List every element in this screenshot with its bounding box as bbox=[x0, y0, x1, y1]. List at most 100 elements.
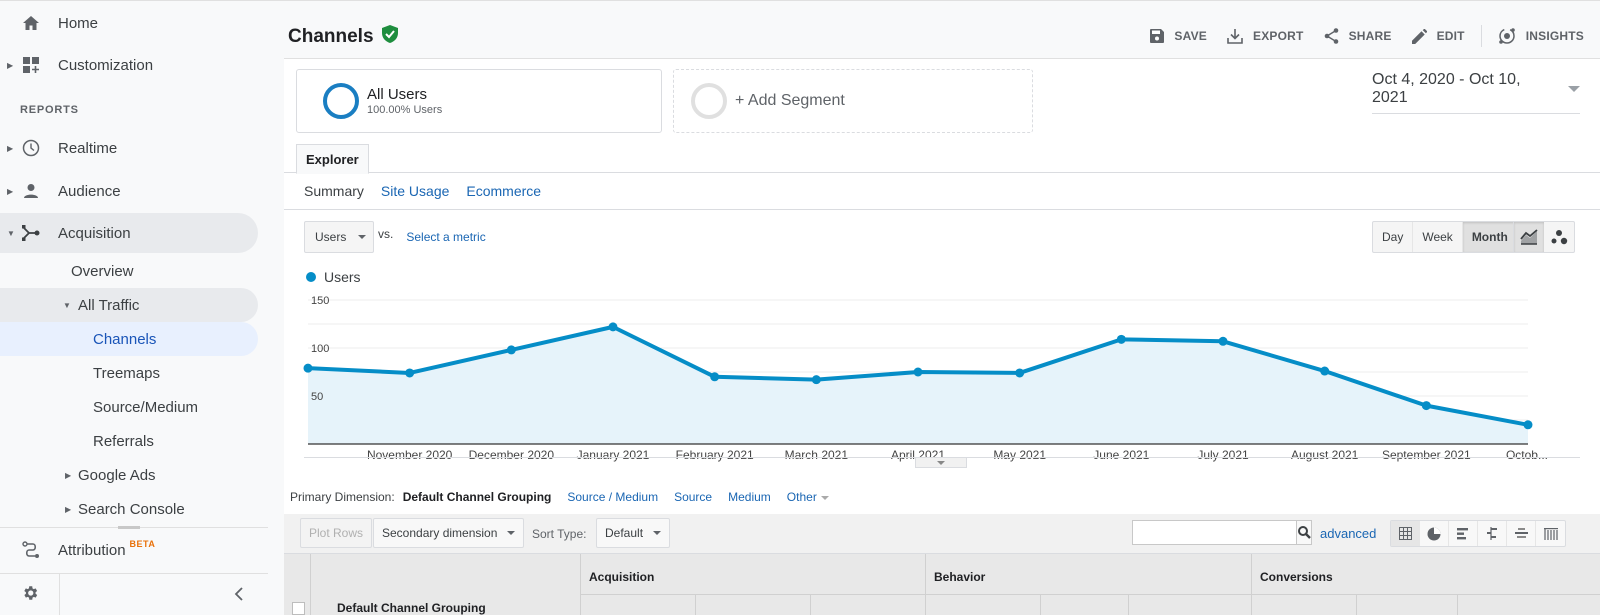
settings-button[interactable] bbox=[0, 574, 60, 615]
sidebar-item-home[interactable]: Home bbox=[0, 3, 258, 43]
column-group-conversions: Conversions bbox=[1260, 570, 1333, 584]
plot-rows-button[interactable]: Plot Rows bbox=[300, 518, 373, 548]
data-point bbox=[608, 322, 618, 332]
table-view-button[interactable] bbox=[1391, 521, 1420, 546]
users-area-chart: 50 100 150 November 2020 December 2020 Januar… bbox=[303, 295, 1548, 462]
month-button[interactable]: Month bbox=[1462, 222, 1517, 252]
line-chart-icon bbox=[1520, 229, 1538, 245]
metric-select-value: Users bbox=[315, 230, 347, 244]
sidebar-scrollbar[interactable] bbox=[118, 526, 140, 529]
select-all-checkbox[interactable] bbox=[292, 602, 305, 615]
explorer-subtabs: Summary Site Usage Ecommerce bbox=[284, 173, 1600, 210]
sidebar-item-audience[interactable]: ▶ Audience bbox=[0, 171, 258, 211]
edit-label: EDIT bbox=[1436, 29, 1465, 43]
pivot-view-button[interactable] bbox=[1536, 521, 1565, 546]
table-search-input[interactable] bbox=[1133, 521, 1296, 544]
segment-all-users[interactable]: All Users 100.00% Users bbox=[296, 69, 662, 133]
sidebar-item-referrals[interactable]: Referrals bbox=[0, 424, 258, 458]
advanced-filter-link[interactable]: advanced bbox=[1320, 526, 1376, 541]
dropdown-arrow-icon bbox=[1568, 86, 1580, 92]
chart-collapse-button[interactable] bbox=[915, 458, 967, 468]
sidebar-item-label: Google Ads bbox=[78, 466, 156, 484]
select-metric-link[interactable]: Select a metric bbox=[406, 230, 485, 244]
sidebar-item-label: Customization bbox=[58, 56, 154, 74]
sidebar-item-search-console[interactable]: ▶ Search Console bbox=[0, 492, 258, 526]
pie-view-button[interactable] bbox=[1420, 521, 1449, 546]
sidebar: Home ▶ Customization REPORTS ▶ Realtime … bbox=[0, 1, 268, 615]
table-view-icon bbox=[1398, 527, 1412, 540]
dimension-other-label: Other bbox=[786, 490, 817, 504]
sidebar-item-source-medium[interactable]: Source/Medium bbox=[0, 390, 258, 424]
date-range-picker[interactable]: Oct 4, 2020 - Oct 10, 2021 bbox=[1372, 71, 1580, 114]
column-divider bbox=[1040, 594, 1041, 615]
dimension-source[interactable]: Source bbox=[674, 490, 712, 504]
save-icon bbox=[1150, 29, 1165, 43]
subtab-summary[interactable]: Summary bbox=[304, 183, 364, 199]
x-tick-label: July 2021 bbox=[1197, 448, 1249, 462]
reports-heading: REPORTS bbox=[20, 104, 79, 116]
data-point bbox=[1116, 334, 1126, 344]
users-area-fill bbox=[308, 326, 1528, 444]
sidebar-item-realtime[interactable]: ▶ Realtime bbox=[0, 128, 258, 168]
day-button[interactable]: Day bbox=[1373, 222, 1414, 252]
x-tick-label: June 2021 bbox=[1093, 448, 1149, 462]
chevron-down-icon bbox=[937, 460, 945, 465]
chart-type-toggle bbox=[1513, 221, 1575, 253]
sort-type-dropdown[interactable]: Default bbox=[596, 518, 671, 548]
report-actions: SAVE EXPORT SHARE EDIT INSIGHTS bbox=[1130, 25, 1584, 47]
sidebar-item-overview[interactable]: Overview bbox=[0, 254, 258, 288]
primary-dimension-bar: Primary Dimension: Default Channel Group… bbox=[290, 490, 845, 504]
insights-button[interactable]: INSIGHTS bbox=[1498, 27, 1584, 45]
performance-view-button[interactable] bbox=[1449, 521, 1478, 546]
term-cloud-view-button[interactable] bbox=[1507, 521, 1536, 546]
subtab-ecommerce[interactable]: Ecommerce bbox=[466, 183, 541, 199]
dimension-medium[interactable]: Medium bbox=[728, 490, 771, 504]
collapse-sidebar-button[interactable] bbox=[224, 578, 254, 612]
x-tick-label: December 2020 bbox=[469, 448, 555, 462]
verified-shield-icon bbox=[381, 25, 398, 49]
sidebar-item-label: All Traffic bbox=[78, 296, 140, 314]
caret-down-icon: ▼ bbox=[7, 228, 15, 238]
dimension-other-dropdown[interactable]: Other bbox=[787, 490, 829, 504]
term-cloud-icon bbox=[1514, 527, 1528, 538]
data-point bbox=[913, 367, 923, 377]
column-divider bbox=[695, 594, 696, 615]
export-button[interactable]: EXPORT bbox=[1227, 28, 1304, 44]
dimension-source-medium[interactable]: Source / Medium bbox=[567, 490, 658, 504]
segment-text: All Users 100.00% Users bbox=[367, 86, 442, 116]
dimension-default-channel-grouping[interactable]: Default Channel Grouping bbox=[403, 490, 552, 504]
download-icon bbox=[1227, 29, 1243, 44]
tab-explorer[interactable]: Explorer bbox=[296, 144, 369, 174]
sidebar-item-label: Source/Medium bbox=[93, 398, 199, 416]
caret-right-icon: ▶ bbox=[7, 60, 14, 70]
column-header-dimension[interactable]: Default Channel Grouping bbox=[337, 601, 486, 615]
data-point bbox=[1523, 420, 1533, 430]
sidebar-item-google-ads[interactable]: ▶ Google Ads bbox=[0, 458, 258, 492]
comparison-view-button[interactable] bbox=[1478, 521, 1507, 546]
motion-chart-button[interactable] bbox=[1544, 222, 1574, 252]
save-button[interactable]: SAVE bbox=[1150, 29, 1207, 43]
home-icon bbox=[21, 13, 41, 33]
add-segment-button[interactable]: + Add Segment bbox=[673, 69, 1033, 133]
line-chart-button[interactable] bbox=[1514, 222, 1544, 252]
motion-chart-icon bbox=[1551, 230, 1568, 245]
subtab-site-usage[interactable]: Site Usage bbox=[381, 183, 449, 199]
sidebar-item-all-traffic[interactable]: ▼ All Traffic bbox=[0, 288, 258, 322]
clock-icon bbox=[21, 138, 41, 158]
sidebar-item-treemaps[interactable]: Treemaps bbox=[0, 356, 258, 390]
sidebar-item-customization[interactable]: ▶ Customization bbox=[0, 45, 258, 85]
x-tick-label: March 2021 bbox=[785, 448, 849, 462]
sidebar-item-label: Treemaps bbox=[93, 364, 160, 382]
secondary-dimension-dropdown[interactable]: Secondary dimension bbox=[373, 518, 525, 548]
sidebar-item-channels[interactable]: Channels bbox=[0, 322, 258, 356]
metric-select[interactable]: Users bbox=[304, 221, 374, 253]
sidebar-item-label: Acquisition bbox=[58, 224, 131, 242]
sidebar-item-acquisition[interactable]: ▼ Acquisition bbox=[0, 213, 258, 253]
sidebar-item-attribution[interactable]: Attribution BETA bbox=[0, 530, 258, 570]
pivot-view-icon bbox=[1543, 527, 1558, 540]
week-button[interactable]: Week bbox=[1413, 222, 1463, 252]
search-button[interactable] bbox=[1296, 521, 1311, 544]
edit-button[interactable]: EDIT bbox=[1411, 28, 1465, 44]
time-granularity-toggle: Day Week Month bbox=[1372, 221, 1518, 253]
share-button[interactable]: SHARE bbox=[1324, 28, 1392, 44]
